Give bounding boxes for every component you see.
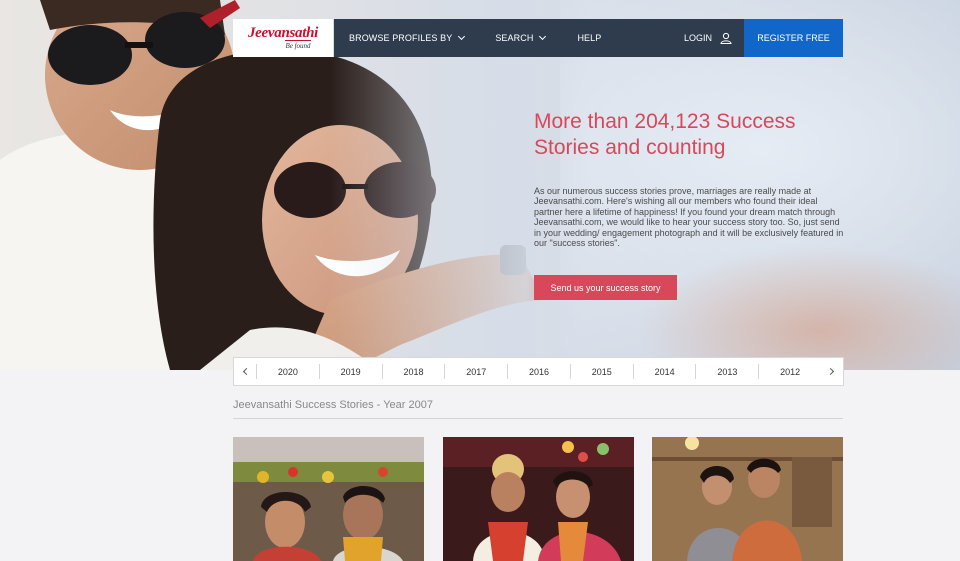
nav-search-label: SEARCH (495, 33, 534, 43)
login-link[interactable]: LOGIN (684, 19, 732, 57)
login-label: LOGIN (684, 33, 713, 43)
user-icon (720, 32, 732, 44)
top-navigation: Jeevansathi Be found BROWSE PROFILES BY … (233, 19, 843, 57)
nav-search[interactable]: SEARCH (495, 19, 547, 57)
year-tab-2018[interactable]: 2018 (381, 364, 445, 379)
story-card-photo[interactable] (652, 437, 843, 561)
year-tab-2012[interactable]: 2012 (758, 364, 821, 379)
chevron-right-icon (826, 367, 835, 376)
brand-logo[interactable]: Jeevansathi Be found (233, 19, 334, 57)
chevron-down-icon (539, 32, 547, 41)
section-divider (233, 418, 843, 419)
couple-photo (443, 437, 634, 561)
couple-photo (652, 437, 843, 561)
hero-headline: More than 204,123 Success Stories and co… (534, 110, 796, 159)
logo-tagline: Be found (285, 40, 311, 50)
register-free-button[interactable]: REGISTER FREE (744, 19, 843, 57)
nav-menu-bar: BROWSE PROFILES BY SEARCH HELP LOGIN (334, 19, 744, 57)
couple-photo (233, 437, 424, 561)
chevron-left-icon (242, 367, 251, 376)
year-tab-2016[interactable]: 2016 (507, 364, 570, 379)
year-tab-2013[interactable]: 2013 (695, 364, 758, 379)
story-card-photo[interactable] (443, 437, 634, 561)
nav-browse-profiles[interactable]: BROWSE PROFILES BY (349, 19, 466, 57)
nav-browse-label: BROWSE PROFILES BY (349, 33, 453, 43)
year-tab-2020[interactable]: 2020 (256, 364, 319, 379)
year-selector: 2020 2019 2018 2017 2016 2015 2014 2013 2012 (233, 357, 844, 386)
hero-description: As our numerous success stories prove, m… (534, 186, 844, 249)
hero-banner: Jeevansathi Be found BROWSE PROFILES BY … (0, 0, 960, 370)
year-next-button[interactable] (821, 358, 843, 385)
nav-help[interactable]: HELP (577, 19, 601, 57)
year-tab-2017[interactable]: 2017 (444, 364, 507, 379)
year-tab-2015[interactable]: 2015 (569, 364, 633, 379)
year-tab-2019[interactable]: 2019 (318, 364, 382, 379)
section-title: Jeevansathi Success Stories - Year 2007 (233, 399, 433, 411)
year-tab-2014[interactable]: 2014 (632, 364, 696, 379)
nav-help-label: HELP (577, 33, 602, 43)
story-card-photo[interactable] (233, 437, 424, 561)
year-prev-button[interactable] (234, 358, 256, 385)
page: Jeevansathi Be found BROWSE PROFILES BY … (0, 0, 960, 561)
logo-text: Jeevansathi (247, 25, 319, 41)
chevron-down-icon (458, 32, 466, 41)
send-success-story-button[interactable]: Send us your success story (534, 275, 677, 300)
year-list: 2020 2019 2018 2017 2016 2015 2014 2013 2012 (256, 358, 821, 385)
